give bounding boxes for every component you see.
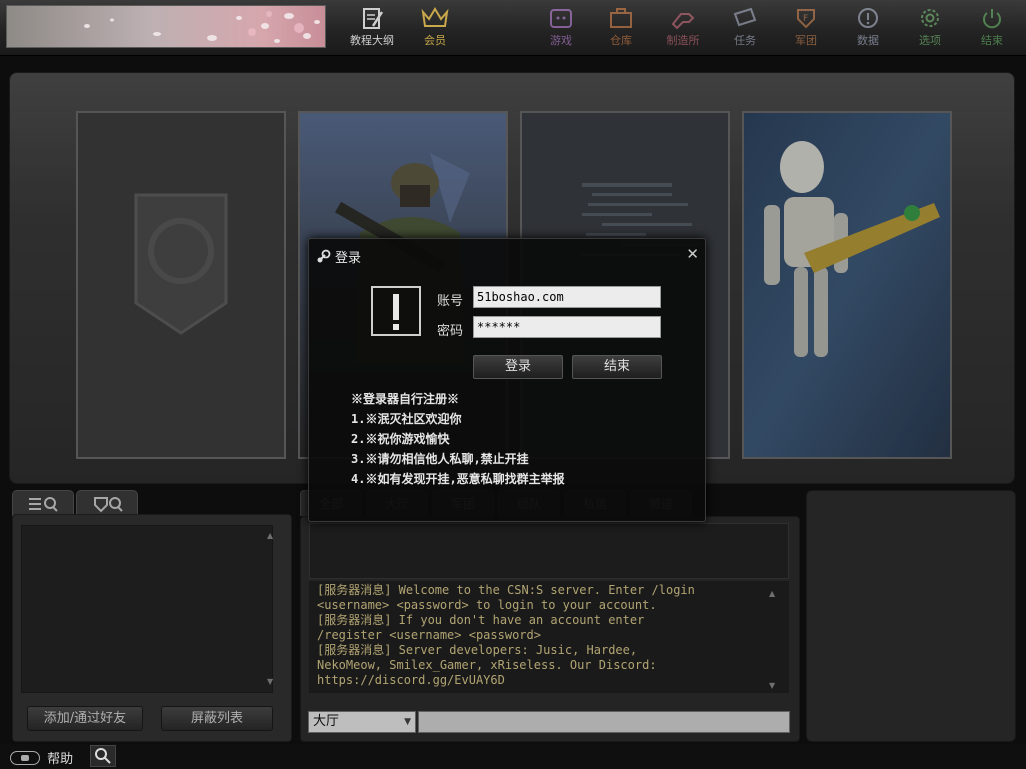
bottom-bar: 帮助: [0, 744, 1026, 769]
login-button[interactable]: 登录: [473, 355, 563, 379]
chevron-down-icon: ▼: [404, 717, 411, 727]
tab-friend-list[interactable]: [12, 490, 74, 516]
chat-line: /register <username> <password>: [317, 628, 541, 642]
nav-label: 仓库: [610, 34, 632, 47]
search-button[interactable]: [90, 745, 116, 767]
clan-emblem-placeholder-icon: [78, 113, 284, 457]
nav-label: 选项: [919, 34, 941, 47]
friends-panel: ▲ ▼ 添加/通过好友 屏蔽列表: [12, 514, 292, 742]
nav-label: 军团: [795, 34, 817, 47]
clan-members-icon: [94, 497, 123, 513]
nav-vip-button[interactable]: 会员: [407, 6, 463, 52]
nav-label: 制造所: [666, 34, 700, 47]
login-notice: ※登录器自行注册※ 1.※泯灭社区欢迎你 2.※祝你游戏愉快 3.※请勿相信他人…: [351, 389, 565, 489]
dialog-title-bar: 登录: [315, 247, 362, 266]
block-list-button[interactable]: 屏蔽列表: [161, 706, 273, 731]
close-icon[interactable]: ✕: [686, 247, 699, 262]
mission-icon: [733, 7, 757, 27]
power-icon: [983, 9, 1001, 29]
nav-label: 任务: [734, 34, 756, 47]
chat-channel-select[interactable]: 大厅 ▼: [308, 711, 416, 733]
right-info-panel: [806, 490, 1016, 742]
scroll-down-arrow-icon[interactable]: ▼: [267, 677, 273, 686]
notice-line: ※登录器自行注册※: [351, 392, 460, 406]
chat-line: [服务器消息] Server developers: Jusic, Hardee…: [317, 643, 638, 657]
account-input[interactable]: 51boshao.com: [473, 286, 661, 308]
nav-workshop-button[interactable]: 制造所: [655, 6, 711, 52]
warning-icon: [371, 286, 421, 336]
dialog-title: 登录: [335, 251, 362, 266]
chat-scroll-up-arrow-icon[interactable]: ▲: [769, 589, 775, 598]
nav-exit-button[interactable]: 结束: [964, 6, 1020, 52]
chat-top-area: [309, 523, 789, 579]
nav-label: 数据: [857, 34, 879, 47]
password-input[interactable]: ******: [473, 316, 661, 338]
tab-clan-members[interactable]: [76, 490, 138, 516]
robot-character-image: [744, 113, 950, 457]
svg-text:F: F: [803, 14, 808, 24]
steam-icon: [317, 249, 331, 263]
game-icon: [550, 9, 572, 28]
chat-line: https://discord.gg/EvUAY6D: [317, 673, 505, 687]
chat-line: [服务器消息] If you don't have an account ent…: [317, 613, 645, 627]
nav-options-button[interactable]: 选项: [902, 6, 958, 52]
friend-list-icon: [29, 497, 58, 512]
notice-line: 3.※请勿相信他人私聊,禁止开挂: [351, 452, 529, 466]
chat-scroll-down-arrow-icon[interactable]: ▼: [769, 681, 775, 690]
character-slot-empty[interactable]: [76, 111, 286, 459]
friends-list[interactable]: [21, 525, 273, 693]
workshop-icon: [671, 13, 695, 30]
chat-line: NekoMeow, Smilex_Gamer, xRiseless. Our D…: [317, 658, 657, 672]
nav-inventory-button[interactable]: 仓库: [593, 6, 649, 52]
help-toggle-icon: [10, 750, 40, 765]
nav-data-button[interactable]: 数据: [840, 6, 896, 52]
nav-label: 结束: [981, 34, 1003, 47]
chat-channel-value: 大厅: [313, 714, 340, 729]
add-friend-button[interactable]: 添加/通过好友: [27, 706, 143, 731]
login-dialog: 登录 ✕ 账号 51boshao.com 密码 ****** 登录 结束 ※登录…: [308, 238, 706, 522]
nav-game-button[interactable]: 游戏: [533, 6, 589, 52]
scroll-up-arrow-icon[interactable]: ▲: [267, 531, 273, 540]
nav-label: 会员: [424, 34, 446, 47]
clan-icon: F: [797, 9, 815, 29]
crown-icon: [421, 7, 449, 27]
notice-line: 2.※祝你游戏愉快: [351, 432, 450, 446]
top-menu-bar: 教程大纲 会员 游戏 仓库 制造所 任务 F 军团 数据 选项 结束: [0, 0, 1026, 56]
chat-panel: [服务器消息] Welcome to the CSN:S server. Ent…: [300, 516, 800, 742]
chat-line: <username> <password> to login to your a…: [317, 598, 657, 612]
nav-label: 游戏: [550, 34, 572, 47]
help-button[interactable]: 帮助: [10, 747, 73, 767]
nav-mission-button[interactable]: 任务: [717, 6, 773, 52]
search-icon: [95, 748, 111, 764]
character-card-robot[interactable]: [742, 111, 952, 459]
nav-clan-button[interactable]: F 军团: [778, 6, 834, 52]
data-icon: [858, 8, 878, 28]
cherry-blossom-banner: [6, 5, 326, 48]
chat-log[interactable]: [服务器消息] Welcome to the CSN:S server. Ent…: [309, 581, 789, 693]
tutorial-icon: [363, 8, 384, 29]
notice-line: 4.※如有发现开挂,恶意私聊找群主举报: [351, 472, 565, 486]
chat-line: [服务器消息] Welcome to the CSN:S server. Ent…: [317, 583, 695, 597]
chat-message-input[interactable]: [418, 711, 790, 733]
notice-line: 1.※泯灭社区欢迎你: [351, 412, 462, 426]
options-icon: [921, 9, 939, 27]
nav-tutorial-button[interactable]: 教程大纲: [344, 6, 400, 52]
account-label: 账号: [437, 294, 464, 309]
exit-button[interactable]: 结束: [572, 355, 662, 379]
inventory-icon: [610, 8, 632, 28]
nav-label: 教程大纲: [350, 34, 394, 47]
help-label: 帮助: [47, 752, 74, 767]
password-label: 密码: [437, 324, 464, 339]
